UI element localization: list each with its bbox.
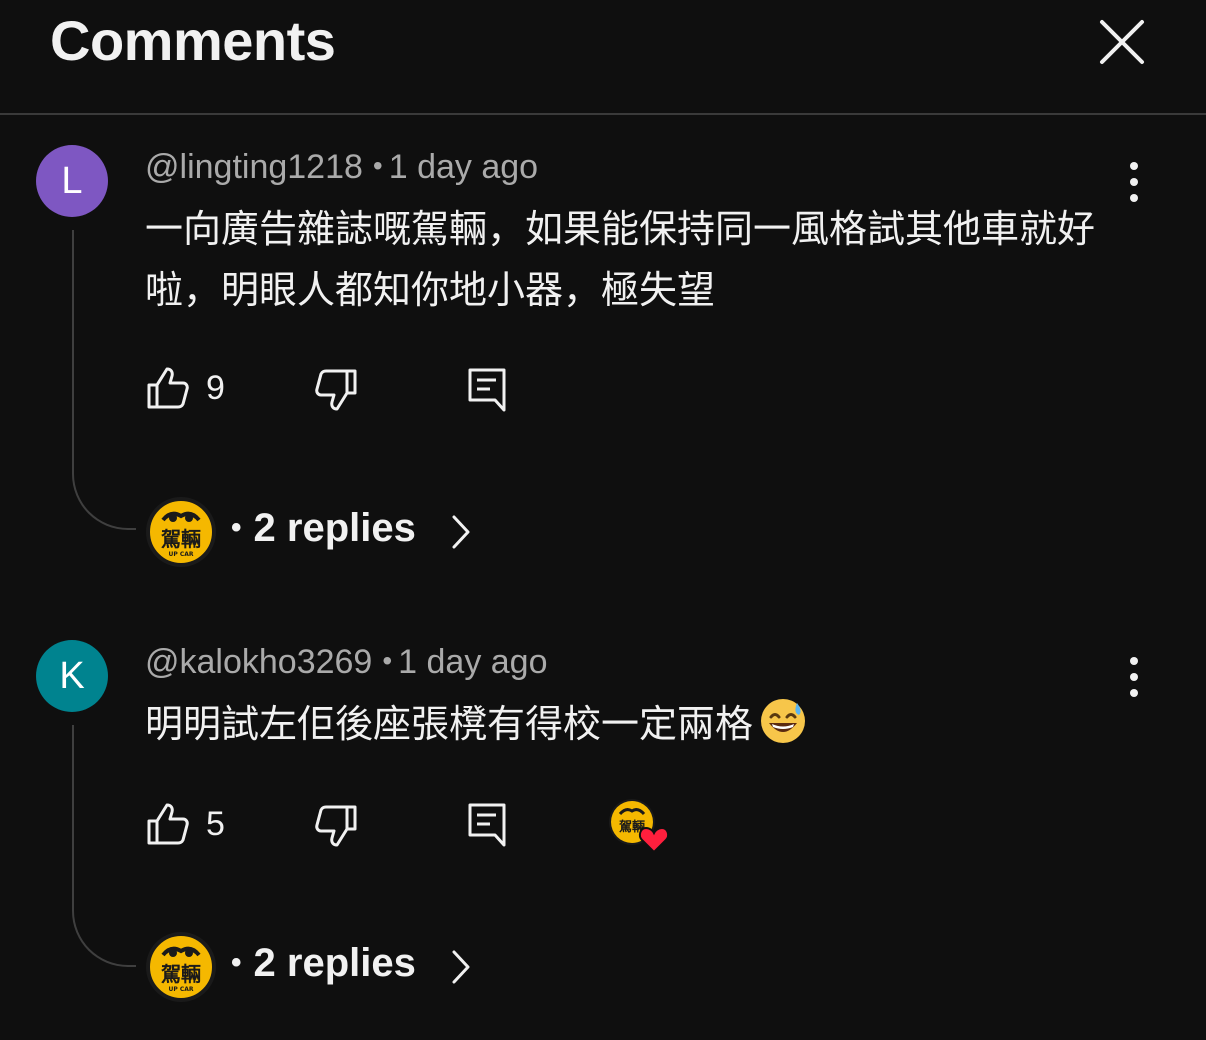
channel-logo-avatar: 駕輛 UP CAR xyxy=(146,932,216,1002)
separator-dot: • xyxy=(372,150,383,181)
channel-logo-subtext: UP CAR xyxy=(168,986,193,993)
dislike-button[interactable] xyxy=(313,367,363,413)
chevron-right-icon xyxy=(452,515,470,549)
replies-count: 2 replies xyxy=(253,506,416,550)
avatar[interactable]: L xyxy=(36,145,108,217)
replies-label: • 2 replies xyxy=(231,941,416,985)
like-count: 5 xyxy=(206,805,225,843)
more-vert-icon[interactable] xyxy=(1116,653,1152,701)
comment-text-content: 明明試左佢後座張櫈有得校一定兩格 xyxy=(145,704,754,746)
channel-logo-avatar: 駕輛 UP CAR xyxy=(146,497,216,567)
grinning-face-with-sweat-emoji xyxy=(761,699,806,743)
comment-time: 1 day ago xyxy=(398,643,548,681)
thumbs-up-icon[interactable] xyxy=(145,801,191,847)
like-count: 9 xyxy=(206,369,225,407)
channel-logo-text: 駕輛 xyxy=(161,527,201,551)
more-vert-icon[interactable] xyxy=(1116,158,1152,206)
like-button[interactable] xyxy=(145,801,195,847)
reply-button[interactable] xyxy=(465,801,511,847)
comment-time: 1 day ago xyxy=(388,148,539,186)
comment-author[interactable]: @kalokho3269 xyxy=(145,643,372,681)
replies-count: 2 replies xyxy=(253,941,416,985)
reply-button[interactable] xyxy=(465,366,511,412)
replies-label: • 2 replies xyxy=(231,506,416,550)
channel-logo-avatar: 駕輛 xyxy=(609,799,670,854)
view-replies-button[interactable]: 駕輛 UP CAR • 2 replies xyxy=(145,931,485,1003)
view-replies-button[interactable]: 駕輛 UP CAR • 2 replies xyxy=(145,496,485,568)
comment-author[interactable]: @lingting1218 xyxy=(145,148,363,186)
comments-header: Comments xyxy=(0,0,1206,115)
comment-meta: @kalokho3269 • 1 day ago xyxy=(145,643,548,682)
separator-dot: • xyxy=(382,645,393,676)
like-button[interactable] xyxy=(145,365,195,411)
thread-line xyxy=(72,230,136,530)
thread-line xyxy=(72,725,136,967)
heart-icon xyxy=(638,826,670,854)
chevron-right-icon xyxy=(452,950,470,984)
comment-text: 一向廣告雜誌嘅駕輛，如果能保持同一風格試其他車就好啦，明眼人都知你地小器，極失望 xyxy=(145,209,1096,312)
avatar[interactable]: K xyxy=(36,640,108,712)
channel-logo-subtext: UP CAR xyxy=(168,551,193,558)
comment-meta: @lingting1218 • 1 day ago xyxy=(145,148,538,187)
thumbs-down-icon[interactable] xyxy=(313,367,359,413)
thumbs-down-icon[interactable] xyxy=(313,803,359,849)
thumbs-up-icon[interactable] xyxy=(145,365,191,411)
reply-comment-icon[interactable] xyxy=(465,801,511,847)
reply-comment-icon[interactable] xyxy=(465,366,511,412)
close-icon[interactable] xyxy=(1094,16,1150,72)
comment-more-button[interactable] xyxy=(1116,158,1152,206)
comment-more-button[interactable] xyxy=(1116,653,1152,701)
close-button[interactable] xyxy=(1094,16,1150,72)
channel-logo-text: 駕輛 xyxy=(161,962,201,986)
comment-text: 明明試左佢後座張櫈有得校一定兩格 xyxy=(145,695,1125,756)
page-title: Comments xyxy=(50,9,336,72)
creator-heart-badge: 駕輛 xyxy=(608,798,672,854)
dislike-button[interactable] xyxy=(313,803,363,849)
